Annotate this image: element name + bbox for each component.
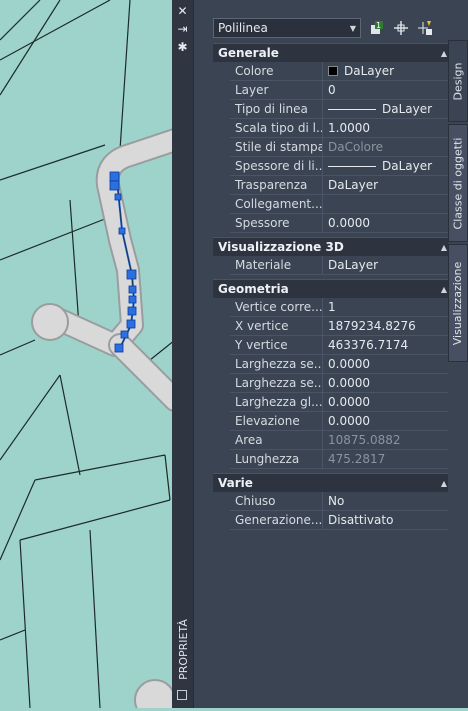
- properties-palette: ✕ ⇥ ✱ PROPRIETÀ Polilinea ▼ 1 Generale ▲…: [172, 0, 468, 708]
- close-icon[interactable]: ✕: [175, 4, 190, 18]
- palette-title-strip: ✕ ⇥ ✱ PROPRIETÀ: [172, 0, 194, 708]
- toggle-pickadd-icon[interactable]: 1: [368, 19, 386, 37]
- prop-row-elevation[interactable]: Elevazione 0.0000: [230, 412, 454, 431]
- section-varie[interactable]: Varie ▲: [213, 473, 454, 492]
- lineweight-sample-icon: [328, 165, 376, 167]
- prop-row-vertex-y[interactable]: Y vertice 463376.7174: [230, 336, 454, 355]
- tab-visualizzazione[interactable]: Visualizzazione: [448, 244, 468, 362]
- prop-row-length: Lunghezza 475.2817: [230, 450, 454, 469]
- prop-row-current-vertex[interactable]: Vertice corre... 1: [230, 298, 454, 317]
- prop-row-transparency[interactable]: Trasparenza DaLayer: [230, 176, 454, 195]
- tab-design[interactable]: Design: [448, 40, 468, 122]
- prop-row-hyperlink[interactable]: Collegament...: [230, 195, 454, 214]
- section-generale[interactable]: Generale ▲: [213, 43, 454, 62]
- settings-icon[interactable]: ✱: [175, 40, 190, 54]
- prop-row-lineweight[interactable]: Spessore di li... DaLayer: [230, 157, 454, 176]
- palette-menu-icon[interactable]: [177, 690, 187, 700]
- autohide-icon[interactable]: ⇥: [175, 22, 190, 36]
- object-type-label: Polilinea: [218, 21, 268, 35]
- svg-text:1: 1: [376, 21, 381, 30]
- prop-row-vertex-x[interactable]: X vertice 1879234.8276: [230, 317, 454, 336]
- prop-row-end-width[interactable]: Larghezza se... 0.0000: [230, 374, 454, 393]
- map-drawing[interactable]: [0, 0, 187, 711]
- palette-tabs: Design Classe di oggetti Visualizzazione: [448, 0, 468, 708]
- prop-row-thickness[interactable]: Spessore 0.0000: [230, 214, 454, 233]
- prop-row-area: Area 10875.0882: [230, 431, 454, 450]
- prop-row-global-width[interactable]: Larghezza gl... 0.0000: [230, 393, 454, 412]
- section-visualizzazione-3d[interactable]: Visualizzazione 3D ▲: [213, 237, 454, 256]
- prop-row-material[interactable]: Materiale DaLayer: [230, 256, 454, 275]
- section-geometria[interactable]: Geometria ▲: [213, 279, 454, 298]
- drawing-canvas[interactable]: [0, 0, 187, 711]
- color-swatch-icon: [328, 66, 338, 76]
- chevron-down-icon: ▼: [349, 23, 357, 33]
- linetype-sample-icon: [328, 108, 376, 110]
- quick-select-icon[interactable]: [416, 19, 434, 37]
- prop-row-closed[interactable]: Chiuso No: [230, 492, 454, 511]
- prop-row-linetype-scale[interactable]: Scala tipo di l... 1.0000: [230, 119, 454, 138]
- object-type-dropdown[interactable]: Polilinea ▼: [213, 18, 361, 38]
- prop-row-layer[interactable]: Layer 0: [230, 81, 454, 100]
- palette-title: PROPRIETÀ: [176, 618, 190, 680]
- properties-content: Polilinea ▼ 1 Generale ▲ Colore DaLayer L…: [193, 0, 454, 708]
- prop-row-colore[interactable]: Colore DaLayer: [230, 62, 454, 81]
- select-objects-icon[interactable]: [392, 19, 410, 37]
- prop-row-linetype-generation[interactable]: Generazione... Disattivato: [230, 511, 454, 530]
- prop-row-start-width[interactable]: Larghezza se... 0.0000: [230, 355, 454, 374]
- tab-classe-di-oggetti[interactable]: Classe di oggetti: [448, 124, 468, 242]
- prop-row-plot-style[interactable]: Stile di stampa DaColore: [230, 138, 454, 157]
- prop-row-linetype[interactable]: Tipo di linea DaLayer: [230, 100, 454, 119]
